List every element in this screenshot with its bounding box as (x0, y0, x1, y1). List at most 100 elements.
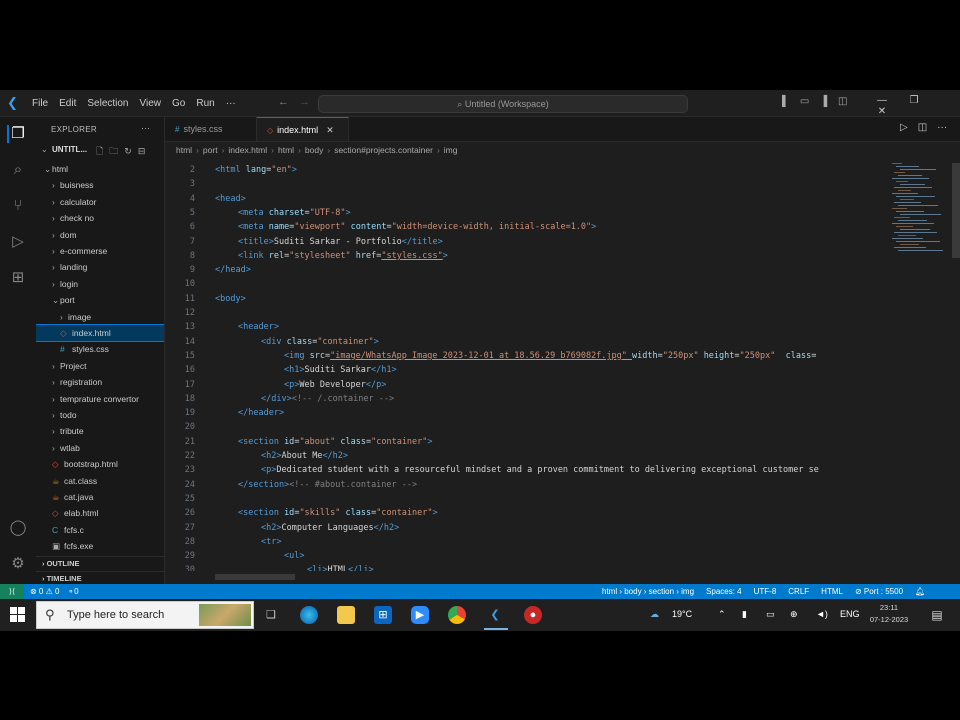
menu-file[interactable]: File (32, 98, 48, 109)
breadcrumb-item[interactable]: img (444, 145, 458, 155)
file-item[interactable]: ◇ elab.html (36, 505, 164, 521)
store-icon[interactable]: ⊞ (374, 606, 392, 624)
taskbar-clock[interactable]: 23:11 07-12-2023 (864, 602, 914, 626)
folder-item[interactable]: ⌄port (36, 292, 164, 308)
minimap[interactable] (892, 163, 948, 258)
live-server-port[interactable]: ⊘ Port : 5500 (855, 587, 903, 596)
more-actions-icon[interactable]: ··· (937, 122, 947, 133)
tab-styles-css[interactable]: # styles.css (165, 117, 257, 141)
remote-icon[interactable]: ⟩⟨ (0, 584, 24, 599)
more-actions-icon[interactable]: ··· (141, 123, 150, 133)
weather-temp[interactable]: 19°C (672, 609, 692, 619)
minimize-button[interactable]: — (866, 95, 898, 106)
ports-status[interactable]: ⚬0 (67, 587, 78, 596)
menu-selection[interactable]: Selection (87, 98, 128, 109)
taskbar-search-box[interactable]: ⚲ Type here to search (36, 601, 254, 629)
input-language[interactable]: ENG (840, 609, 860, 619)
menu-go[interactable]: Go (172, 98, 185, 109)
file-explorer-icon[interactable] (337, 606, 355, 624)
folder-item[interactable]: › registration (36, 374, 164, 390)
menu-view[interactable]: View (140, 98, 162, 109)
command-center[interactable]: ⌕ Untitled (Workspace) (318, 95, 688, 113)
file-item[interactable]: ◇ bootstrap.html (36, 456, 164, 472)
explorer-icon[interactable]: ❐ (7, 125, 27, 143)
account-icon[interactable]: ◯ (9, 519, 27, 537)
folder-item[interactable]: › landing (36, 259, 164, 275)
customize-layout-icon[interactable]: ◫ (838, 96, 847, 107)
task-view-icon[interactable]: ❑ (262, 606, 280, 624)
scrollbar-thumb[interactable] (952, 163, 960, 258)
file-item[interactable]: ◇ index.html (36, 324, 164, 342)
close-icon[interactable]: ✕ (326, 125, 334, 135)
folder-item[interactable]: › temprature convertor (36, 391, 164, 407)
breadcrumb-item[interactable]: index.html (228, 145, 267, 155)
notification-center-icon[interactable]: ▤ (928, 606, 946, 624)
arrow-left-icon[interactable]: ← (278, 96, 289, 108)
close-window-button[interactable]: ✕ (866, 106, 898, 117)
folder-item[interactable]: › image (36, 309, 164, 325)
folder-item[interactable]: › login (36, 276, 164, 292)
timeline-section[interactable]: › TIMELINE (36, 571, 164, 584)
folder-item[interactable]: › check no (36, 210, 164, 226)
file-item[interactable]: ☕︎ cat.class (36, 473, 164, 489)
vscode-icon[interactable]: ❮ (486, 606, 504, 624)
folder-item[interactable]: › wtlab (36, 440, 164, 456)
source-control-icon[interactable]: ⑂ (9, 197, 27, 215)
breadcrumb-item[interactable]: port (203, 145, 218, 155)
run-debug-icon[interactable]: ▷ (9, 233, 27, 251)
breadcrumb-item[interactable]: body (305, 145, 323, 155)
folder-item[interactable]: ⌄html (36, 161, 164, 177)
maximize-button[interactable]: ❐ (898, 95, 930, 106)
search-icon[interactable]: ⌕ (9, 161, 27, 179)
code-editor[interactable]: 2 <html lang="en"> 3 4 <head> 5 <meta charset=… (165, 163, 890, 571)
encoding-status[interactable]: UTF-8 (754, 587, 777, 596)
edge-icon[interactable] (300, 606, 318, 624)
workspace-row[interactable]: ⌄ UNTITL... 🗋 🗀 ↻ ⊟ (36, 144, 164, 158)
split-editor-icon[interactable]: ◫ (918, 122, 927, 133)
network-icon[interactable]: ⊕ (790, 609, 798, 620)
language-mode[interactable]: HTML (821, 587, 843, 596)
breadcrumb-item[interactable]: section#projects.container (334, 145, 433, 155)
chrome-icon[interactable] (448, 606, 466, 624)
volume-icon[interactable]: ◄) (816, 609, 828, 619)
folder-item[interactable]: › e-commerse (36, 243, 164, 259)
folder-item[interactable]: › tribute (36, 423, 164, 439)
file-item[interactable]: ☕︎ cat.java (36, 489, 164, 505)
folder-item[interactable]: › calculator (36, 194, 164, 210)
problems-status[interactable]: ⊗ 0 ⚠ 0 (30, 587, 59, 596)
menu-more[interactable]: ··· (226, 98, 236, 109)
menu-run[interactable]: Run (196, 98, 214, 109)
collapse-all-icon[interactable]: ⊟ (138, 146, 146, 156)
zoom-icon[interactable]: ▶ (411, 606, 429, 624)
eol-status[interactable]: CRLF (788, 587, 809, 596)
tab-index-html[interactable]: ◇ index.html ✕ (257, 117, 349, 141)
refresh-icon[interactable]: ↻ (124, 146, 132, 156)
file-item[interactable]: # styles.css (36, 341, 164, 357)
arrow-right-icon[interactable]: → (299, 96, 310, 108)
weather-icon[interactable]: ☁ (650, 609, 659, 620)
vertical-scrollbar[interactable] (950, 163, 960, 583)
folder-item[interactable]: › buisness (36, 177, 164, 193)
file-item[interactable]: ▣ fcfs.exe (36, 538, 164, 554)
windows-start-icon[interactable] (10, 607, 26, 623)
new-file-icon[interactable]: 🗋 (96, 146, 103, 156)
breadcrumb-item[interactable]: html (176, 145, 192, 155)
record-icon[interactable]: ● (524, 606, 542, 624)
folder-item[interactable]: › todo (36, 407, 164, 423)
extensions-icon[interactable]: ⊞ (9, 269, 27, 287)
horizontal-scrollbar[interactable] (215, 574, 295, 580)
new-folder-icon[interactable]: 🗀 (109, 146, 118, 156)
folder-item[interactable]: › dom (36, 227, 164, 243)
settings-gear-icon[interactable]: ⚙ (9, 555, 27, 573)
usb-icon[interactable]: ▮ (742, 609, 747, 620)
bell-icon[interactable]: 🔔︎ (915, 587, 925, 596)
file-item[interactable]: Cfcfs.c (36, 522, 164, 538)
folder-item[interactable]: › Project (36, 358, 164, 374)
chevron-up-icon[interactable]: ⌃ (718, 609, 726, 620)
menu-edit[interactable]: Edit (59, 98, 76, 109)
breadcrumb-item[interactable]: html (278, 145, 294, 155)
outline-section[interactable]: › OUTLINE (36, 556, 164, 570)
battery-icon[interactable]: ▭ (766, 609, 775, 620)
run-icon[interactable]: ▷ (900, 122, 908, 133)
indentation-status[interactable]: Spaces: 4 (706, 587, 742, 596)
